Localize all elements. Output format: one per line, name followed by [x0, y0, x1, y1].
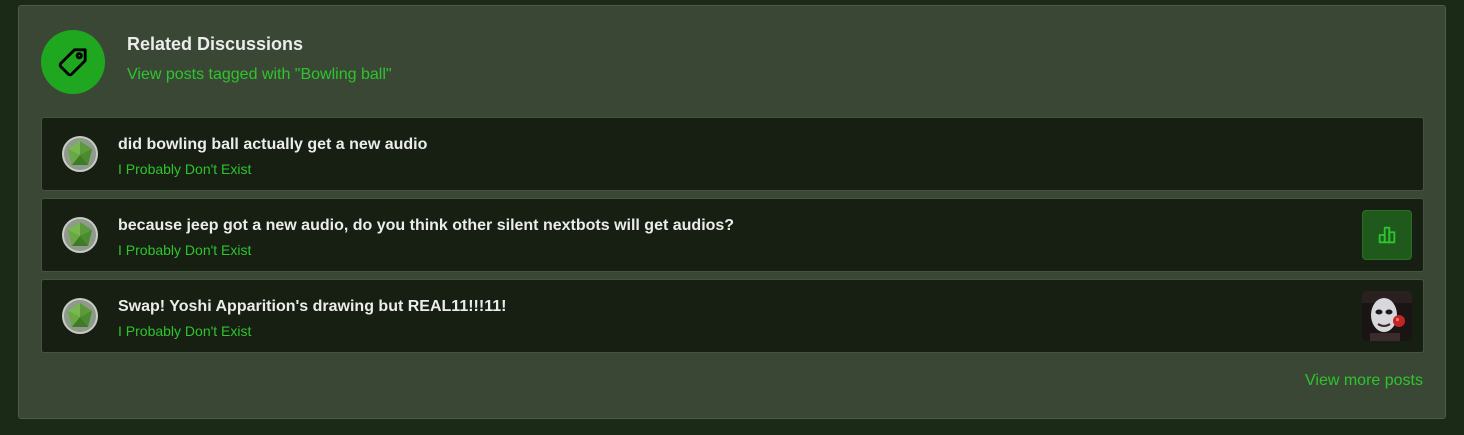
poll-icon — [1378, 226, 1396, 244]
view-tagged-posts-link[interactable]: View posts tagged with "Bowling ball" — [127, 65, 392, 85]
discussion-author[interactable]: I Probably Don't Exist — [118, 160, 251, 178]
discussion-title[interactable]: Swap! Yoshi Apparition's drawing but REA… — [118, 297, 506, 317]
discussion-row[interactable]: because jeep got a new audio, do you thi… — [41, 198, 1424, 272]
related-discussions-header: Related Discussions View posts tagged wi… — [41, 30, 392, 94]
discussion-row[interactable]: Swap! Yoshi Apparition's drawing but REA… — [41, 279, 1424, 353]
poll-thumbnail[interactable] — [1362, 210, 1412, 260]
discussion-author[interactable]: I Probably Don't Exist — [118, 241, 251, 259]
avatar — [62, 217, 98, 253]
discussion-list: did bowling ball actually get a new audi… — [41, 117, 1424, 360]
post-image-thumbnail[interactable] — [1362, 291, 1412, 341]
discussion-author[interactable]: I Probably Don't Exist — [118, 322, 251, 340]
avatar — [62, 298, 98, 334]
tag-icon — [41, 30, 105, 94]
avatar — [62, 136, 98, 172]
header-text: Related Discussions View posts tagged wi… — [127, 34, 392, 85]
discussion-row[interactable]: did bowling ball actually get a new audi… — [41, 117, 1424, 191]
related-discussions-panel: Related Discussions View posts tagged wi… — [18, 5, 1446, 419]
section-title: Related Discussions — [127, 34, 304, 54]
view-more-posts-link[interactable]: View more posts — [1305, 371, 1423, 391]
discussion-title[interactable]: did bowling ball actually get a new audi… — [118, 135, 427, 155]
discussion-title[interactable]: because jeep got a new audio, do you thi… — [118, 216, 734, 236]
